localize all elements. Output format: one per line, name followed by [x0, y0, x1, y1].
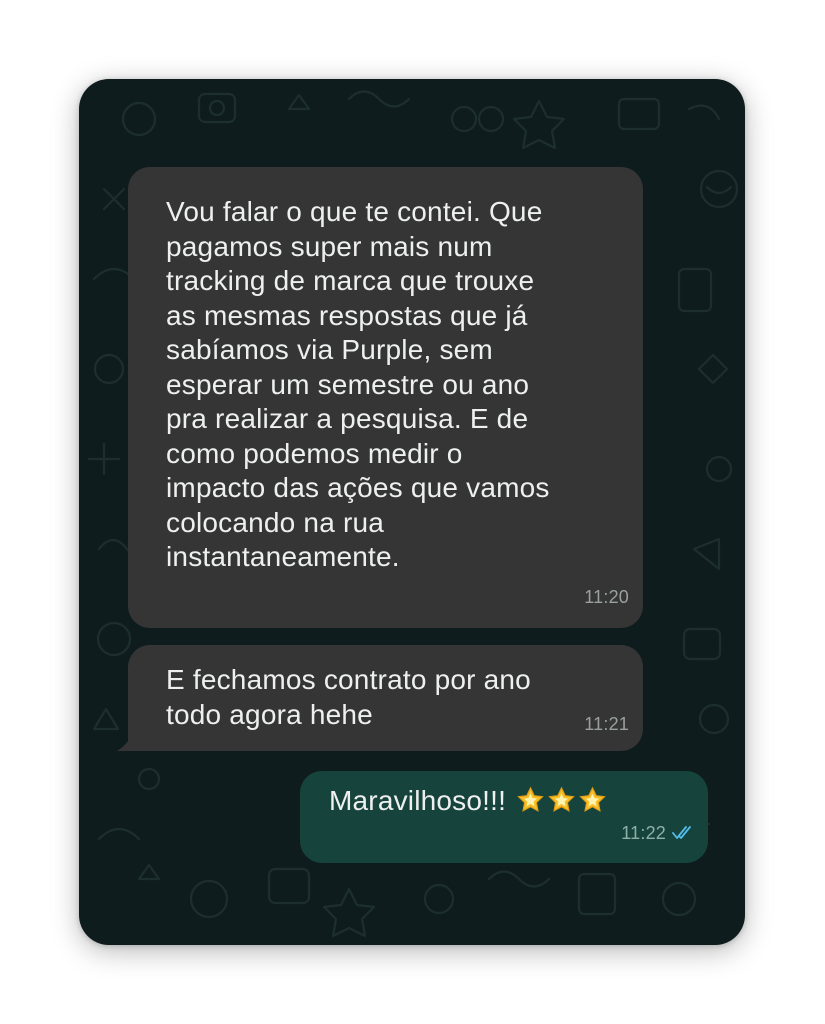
- message-text: Maravilhoso!!!: [329, 785, 507, 816]
- bubble-tail: [117, 733, 133, 751]
- message-bubble-outgoing[interactable]: Maravilhoso!!! 11:22: [300, 771, 708, 863]
- double-check-read-icon: [672, 817, 694, 852]
- message-timestamp: 11:20: [584, 586, 629, 607]
- chat-window: Vou falar o que te contei. Que pagamos s…: [79, 79, 745, 945]
- message-text: E fechamos contrato por ano todo agora h…: [166, 664, 531, 730]
- message-meta: 11:22: [621, 816, 694, 852]
- message-timestamp: 11:21: [584, 713, 629, 734]
- glowing-star-emoji-icon: [516, 786, 545, 824]
- glowing-star-emoji-icon: [578, 786, 607, 824]
- message-timestamp: 11:22: [621, 822, 666, 843]
- glowing-star-emoji-icon: [547, 786, 576, 824]
- message-bubble-incoming[interactable]: Vou falar o que te contei. Que pagamos s…: [128, 167, 643, 628]
- message-bubble-incoming[interactable]: E fechamos contrato por ano todo agora h…: [128, 645, 643, 751]
- message-text: Vou falar o que te contei. Que pagamos s…: [166, 196, 550, 572]
